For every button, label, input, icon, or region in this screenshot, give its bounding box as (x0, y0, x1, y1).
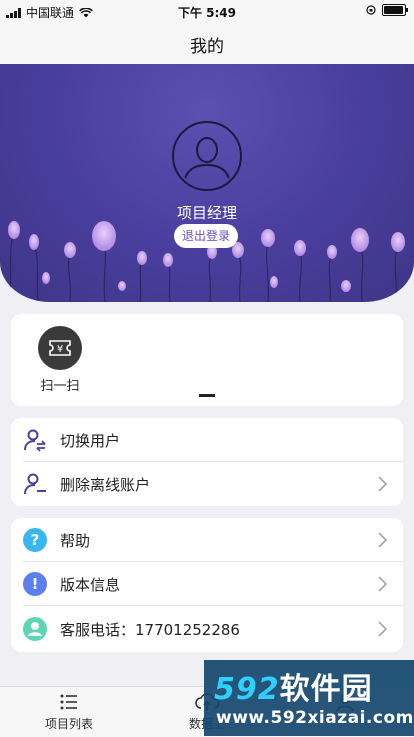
logout-button[interactable]: 退出登录 (174, 224, 238, 248)
delete-offline-account-label: 删除离线账户 (60, 476, 151, 494)
battery-icon (382, 4, 408, 16)
watermark-digits: 592 (214, 672, 280, 707)
divider (23, 605, 403, 606)
version-info-row[interactable]: ! 版本信息 (11, 562, 403, 606)
service-icon (23, 617, 47, 641)
version-info-label: 版本信息 (60, 576, 121, 594)
watermark-text: 软件园 (279, 672, 373, 707)
info-icon: ! (23, 572, 47, 596)
watermark-url: www.592xiazai.com (216, 708, 414, 728)
page-indicator (199, 394, 215, 397)
svg-text:¥: ¥ (57, 344, 63, 355)
user-role: 项目经理 (176, 204, 237, 222)
scan-label[interactable]: 扫一扫 (38, 375, 82, 394)
customer-service-row[interactable]: 客服电话：17701252286 (11, 607, 403, 651)
delete-offline-account-row[interactable]: 删除离线账户 (11, 462, 403, 506)
switch-user-label: 切换用户 (60, 432, 121, 450)
watermark-brand: 592软件园 (214, 664, 373, 708)
customer-service-label: 客服电话：17701252286 (60, 621, 240, 639)
status-bar: 中国联通 下午 5:49 (0, 0, 414, 22)
account-menu-card: 切换用户 删除离线账户 (11, 418, 403, 506)
info-menu-card: ? 帮助 ! 版本信息 客服电话：17701252286 (11, 518, 403, 652)
tab-project-list[interactable]: 项目列表 (0, 691, 138, 732)
scan-ticket-icon[interactable]: ¥ (38, 326, 82, 370)
nav-bar: 我的 (0, 22, 414, 64)
help-icon: ? (23, 528, 47, 552)
chevron-right-icon (378, 576, 387, 592)
status-time: 下午 5:49 (177, 6, 237, 20)
orientation-lock-icon (366, 5, 376, 15)
remove-user-icon (24, 473, 46, 495)
page-title: 我的 (190, 37, 224, 57)
switch-user-icon (24, 429, 46, 452)
list-icon (60, 694, 77, 710)
user-silhouette-icon (183, 137, 231, 184)
watermark: 592软件园 www.592xiazai.com (204, 660, 414, 736)
profile-banner: 项目经理 退出登录 (0, 64, 414, 302)
quick-actions-card: ¥ 扫一扫 (11, 314, 403, 406)
chevron-right-icon (378, 621, 387, 637)
switch-user-row[interactable]: 切换用户 (11, 418, 403, 462)
help-row[interactable]: ? 帮助 (11, 518, 403, 562)
chevron-right-icon (378, 476, 387, 492)
avatar[interactable] (172, 121, 242, 191)
help-label: 帮助 (60, 532, 91, 550)
chevron-right-icon (378, 532, 387, 548)
tab-project-list-label: 项目列表 (44, 717, 93, 731)
